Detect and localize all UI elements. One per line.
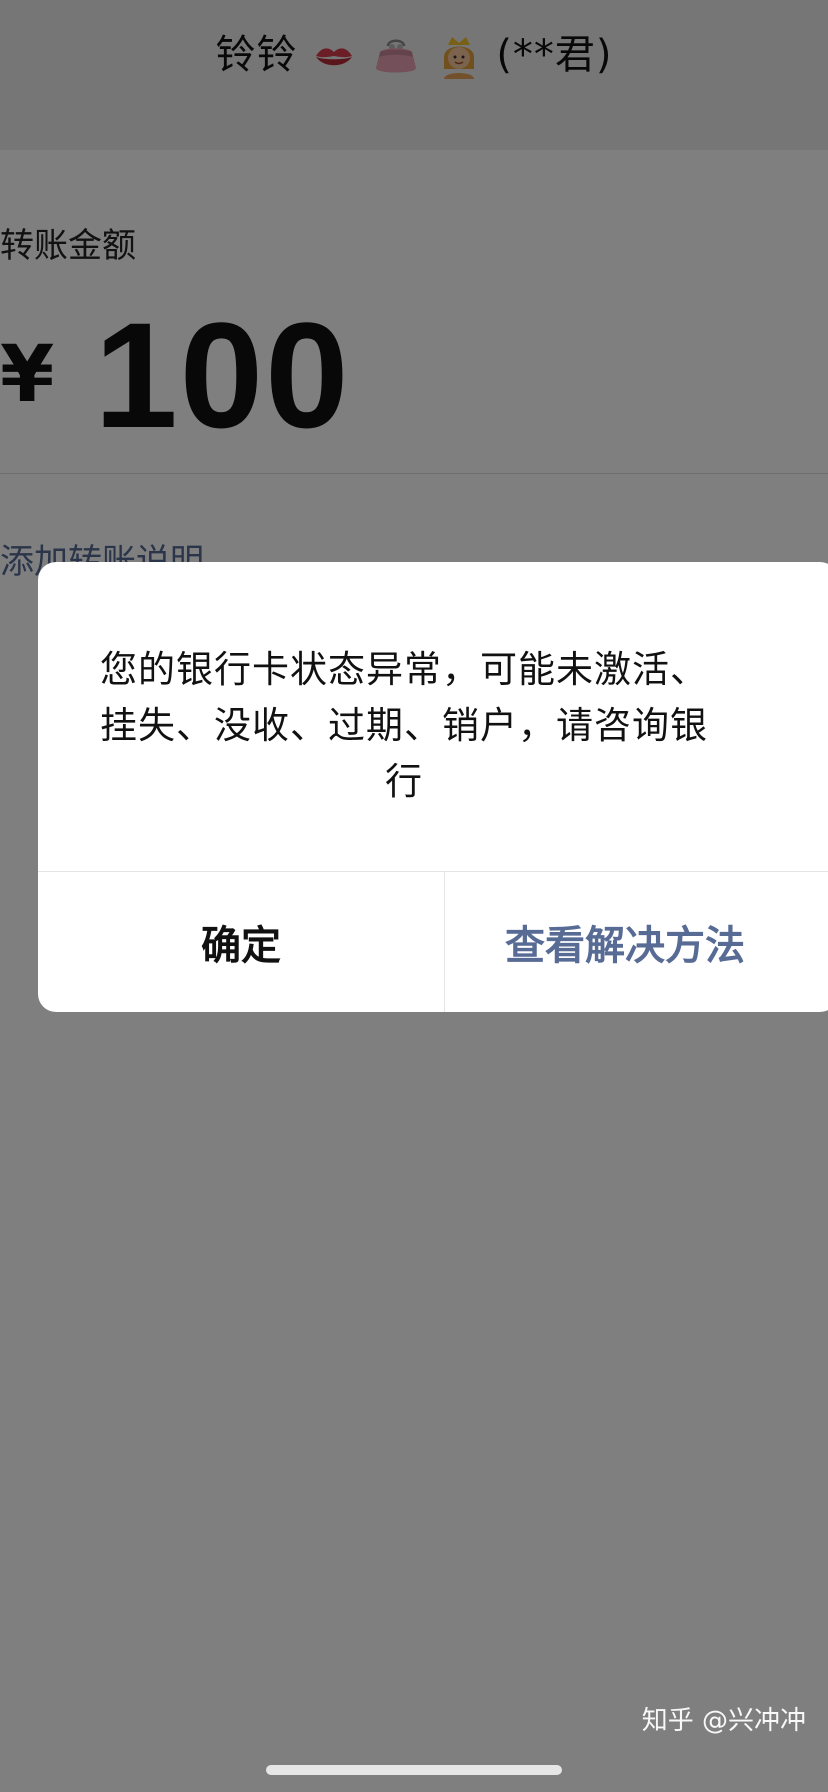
confirm-button[interactable]: 确定: [38, 872, 444, 1012]
home-indicator[interactable]: [266, 1765, 562, 1775]
dialog-message: 您的银行卡状态异常，可能未激活、挂失、没收、过期、销户，请咨询银行: [100, 648, 708, 803]
view-solution-button[interactable]: 查看解决方法: [445, 872, 805, 1012]
watermark: 知乎 @兴冲冲: [641, 1706, 806, 1736]
error-dialog: 您的银行卡状态异常，可能未激活、挂失、没收、过期、销户，请咨询银行 确定 查看解…: [38, 562, 828, 1012]
